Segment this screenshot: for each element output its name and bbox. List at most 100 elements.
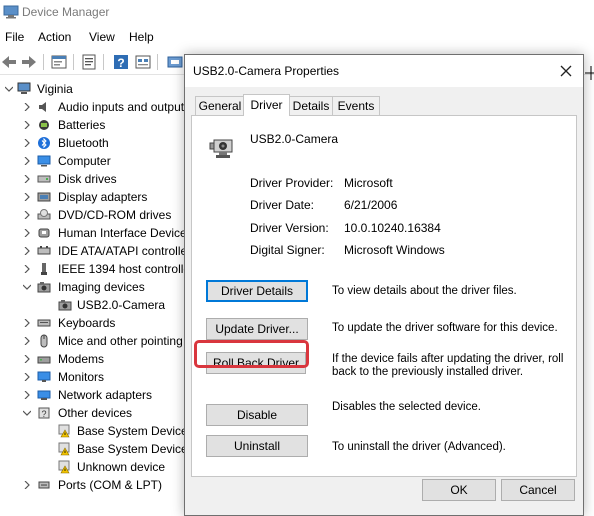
modem-icon [37, 356, 51, 364]
menu-bar: File Action View Help [0, 26, 594, 48]
chevron-right-icon[interactable] [23, 337, 31, 345]
chevron-right-icon[interactable] [23, 391, 31, 399]
warning-device-icon [58, 460, 70, 474]
toolbar-separator [157, 54, 158, 70]
chevron-right-icon[interactable] [23, 139, 31, 147]
driver-date-label: Driver Date: [250, 198, 315, 212]
tree-item-label: IDE ATA/ATAPI controllers [58, 244, 186, 258]
tree-item-ieee1394[interactable]: IEEE 1394 host controllers [0, 260, 186, 278]
dialog-title: USB2.0-Camera Properties [193, 64, 340, 78]
camera-icon [209, 139, 233, 158]
tree-root[interactable]: Viginia [0, 80, 186, 98]
chevron-right-icon[interactable] [23, 229, 31, 237]
computer-icon [37, 155, 51, 167]
chevron-right-icon[interactable] [23, 319, 31, 327]
update-driver-description: To update the driver software for this d… [332, 322, 558, 334]
tree-item-label: Network adapters [58, 388, 153, 402]
tree-item-monitors[interactable]: Monitors [0, 368, 186, 386]
digital-signer-value: Microsoft Windows [344, 243, 445, 257]
chevron-right-icon[interactable] [23, 121, 31, 129]
chevron-down-icon[interactable] [23, 409, 31, 417]
tree-item-bluetooth[interactable]: Bluetooth [0, 134, 186, 152]
tree-item-batteries[interactable]: Batteries [0, 116, 186, 134]
tree-item-keyboards[interactable]: Keyboards [0, 314, 186, 332]
tree-item-imaging-devices[interactable]: Imaging devices [0, 278, 186, 296]
chevron-down-icon[interactable] [5, 85, 13, 93]
chevron-down-icon[interactable] [23, 283, 31, 291]
menu-help[interactable]: Help [129, 30, 154, 44]
hid-icon [38, 228, 50, 238]
forward-arrow-icon[interactable] [20, 53, 38, 71]
tab-strip: General Driver Details Events [191, 94, 577, 116]
close-icon[interactable] [555, 61, 577, 81]
tree-item-disk-drives[interactable]: Disk drives [0, 170, 186, 188]
tree-item-dvd-drives[interactable]: DVD/CD-ROM drives [0, 206, 186, 224]
tree-item-hid[interactable]: Human Interface Devices [0, 224, 186, 242]
ok-button[interactable]: OK [422, 479, 496, 501]
tab-general[interactable]: General [195, 96, 245, 116]
cancel-button[interactable]: Cancel [501, 479, 575, 501]
chevron-right-icon[interactable] [23, 157, 31, 165]
driver-details-button[interactable]: Driver Details [206, 280, 308, 302]
chevron-right-icon[interactable] [23, 247, 31, 255]
driver-details-description: To view details about the driver files. [332, 285, 517, 297]
menu-action[interactable]: Action [38, 30, 71, 44]
display-adapter-icon [37, 192, 51, 202]
chevron-right-icon[interactable] [23, 265, 31, 273]
chevron-right-icon[interactable] [23, 211, 31, 219]
back-arrow-icon[interactable] [0, 53, 18, 71]
tree-item-modems[interactable]: Modems [0, 350, 186, 368]
tree-item-usb-camera[interactable]: USB2.0-Camera [0, 296, 186, 314]
tree-item-network-adapters[interactable]: Network adapters [0, 386, 186, 404]
tree-item-label: Modems [58, 352, 105, 366]
tree-item-label: Keyboards [58, 316, 116, 330]
tab-events[interactable]: Events [332, 96, 380, 116]
ide-controller-icon [37, 246, 51, 255]
other-devices-icon: ? [38, 407, 50, 419]
tab-driver[interactable]: Driver [243, 94, 290, 116]
view-icon[interactable] [134, 53, 152, 71]
svg-text:?: ? [41, 409, 46, 419]
tree-item-other-devices[interactable]: ? Other devices [0, 404, 186, 422]
tree-item-unknown-device[interactable]: Unknown device [0, 458, 186, 476]
tree-item-label: Audio inputs and outputs [58, 100, 186, 114]
chevron-right-icon[interactable] [23, 103, 31, 111]
chevron-right-icon[interactable] [23, 481, 31, 489]
chevron-right-icon[interactable] [23, 373, 31, 381]
show-hidden-icon[interactable] [50, 53, 68, 71]
disable-button[interactable]: Disable [206, 404, 308, 426]
tree-item-base-system-device[interactable]: Base System Device [0, 440, 186, 458]
tree-item-label: Unknown device [77, 460, 166, 474]
tree-item-mice[interactable]: Mice and other pointing devices [0, 332, 186, 350]
tree-item-label: Mice and other pointing devices [58, 334, 186, 348]
warning-device-icon [58, 442, 70, 456]
tree-item-ports[interactable]: Ports (COM & LPT) [0, 476, 186, 494]
tree-item-computer[interactable]: Computer [0, 152, 186, 170]
tree-item-label: Bluetooth [58, 136, 109, 150]
tree-item-base-system-device[interactable]: Base System Device [0, 422, 186, 440]
resize-cursor-icon [585, 66, 594, 80]
driver-version-value: 10.0.10240.16384 [344, 221, 441, 235]
toolbar-separator [73, 54, 74, 70]
ieee1394-icon [41, 263, 47, 275]
tree-item-audio[interactable]: Audio inputs and outputs [0, 98, 186, 116]
tree-item-label: Monitors [58, 370, 105, 384]
help-icon[interactable]: ? [112, 53, 130, 71]
tree-item-label: Base System Device [77, 442, 186, 456]
menu-file[interactable]: File [5, 30, 24, 44]
tab-details[interactable]: Details [288, 96, 334, 116]
menu-view[interactable]: View [89, 30, 115, 44]
chevron-right-icon[interactable] [23, 175, 31, 183]
properties-icon[interactable] [80, 53, 98, 71]
toolbar-separator [43, 54, 44, 70]
tree-item-display-adapters[interactable]: Display adapters [0, 188, 186, 206]
tree-item-label: Other devices [58, 406, 133, 420]
uninstall-button[interactable]: Uninstall [206, 435, 308, 457]
update-driver-button[interactable]: Update Driver... [206, 318, 308, 340]
update-driver-icon[interactable] [166, 53, 184, 71]
tree-item-ide[interactable]: IDE ATA/ATAPI controllers [0, 242, 186, 260]
roll-back-driver-description: If the device fails after updating the d… [332, 353, 564, 378]
chevron-right-icon[interactable] [23, 193, 31, 201]
speaker-icon [39, 102, 46, 112]
chevron-right-icon[interactable] [23, 355, 31, 363]
